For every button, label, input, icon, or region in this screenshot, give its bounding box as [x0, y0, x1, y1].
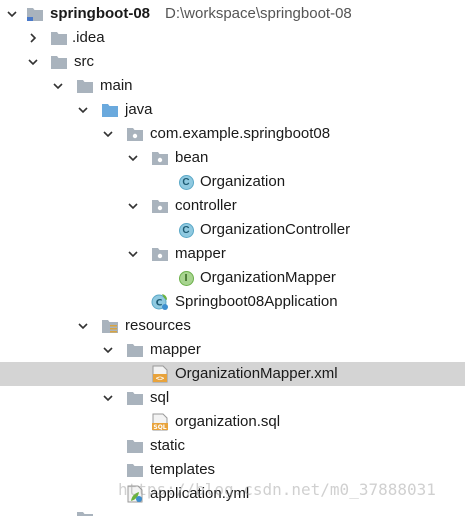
project-name: springboot-08	[50, 5, 150, 22]
tree-row-organization-controller[interactable]: C OrganizationController	[0, 218, 465, 242]
chevron-down-icon[interactable]	[25, 50, 41, 74]
tree-row-bean[interactable]: bean	[0, 146, 465, 170]
tree-label-organization: Organization	[200, 173, 286, 190]
tree-label-templates: templates	[150, 461, 216, 478]
tree-row-static[interactable]: static	[0, 434, 465, 458]
interface-icon: I	[177, 269, 195, 287]
folder-icon	[76, 509, 94, 516]
tree-row-partial	[0, 506, 465, 516]
source-root-folder-icon	[101, 101, 119, 119]
xml-file-icon: <>	[151, 365, 169, 383]
tree-label-organization-mapper: OrganizationMapper	[200, 269, 336, 286]
tree-row-organization-sql[interactable]: SQL organization.sql	[0, 410, 465, 434]
tree-row-organization-mapper-xml[interactable]: <> OrganizationMapper.xml	[0, 362, 465, 386]
spring-boot-app-icon: C	[151, 293, 169, 311]
folder-icon	[126, 461, 144, 479]
tree-row-application-class[interactable]: C Springboot08Application	[0, 290, 465, 314]
tree-label-static: static	[150, 437, 186, 454]
chevron-down-icon[interactable]	[100, 338, 116, 362]
tree-row-mapper-package[interactable]: mapper	[0, 242, 465, 266]
tree-row-application-yml[interactable]: application.yml	[0, 482, 465, 506]
tree-row-organization[interactable]: C Organization	[0, 170, 465, 194]
tree-row-templates[interactable]: templates	[0, 458, 465, 482]
svg-text:SQL: SQL	[153, 424, 166, 431]
resources-root-folder-icon	[101, 317, 119, 335]
class-icon: C	[177, 221, 195, 239]
package-icon	[151, 197, 169, 215]
chevron-down-icon[interactable]	[125, 242, 141, 266]
chevron-down-icon[interactable]	[75, 98, 91, 122]
folder-icon	[126, 389, 144, 407]
tree-label-controller: controller	[175, 197, 237, 214]
tree-label-idea: .idea	[72, 26, 105, 50]
tree-row-sql-directory[interactable]: sql	[0, 386, 465, 410]
chevron-down-icon[interactable]	[4, 2, 20, 26]
tree-label-mapper-directory: mapper	[150, 341, 201, 358]
package-icon	[151, 245, 169, 263]
package-icon	[151, 149, 169, 167]
tree-label-main: main	[100, 77, 133, 94]
tree-label-src: src	[74, 53, 94, 70]
tree-label-organization-controller: OrganizationController	[200, 221, 351, 238]
tree-label-bean: bean	[175, 149, 209, 166]
folder-icon	[126, 437, 144, 455]
package-icon	[126, 125, 144, 143]
tree-row-project-root[interactable]: springboot-08 D:\workspace\springboot-08	[0, 2, 465, 26]
folder-icon	[50, 53, 68, 71]
chevron-down-icon[interactable]	[100, 122, 116, 146]
tree-row-mapper-directory[interactable]: mapper	[0, 338, 465, 362]
tree-label-resources: resources	[125, 317, 191, 334]
chevron-right-icon[interactable]	[25, 26, 41, 50]
tree-label-java: java	[125, 101, 153, 118]
tree-label-mapper-package: mapper	[175, 245, 226, 262]
project-tree: springboot-08 D:\workspace\springboot-08…	[0, 0, 465, 516]
yml-file-icon	[126, 485, 144, 503]
tree-label-application-yml: application.yml	[150, 485, 250, 502]
tree-label-application-class: Springboot08Application	[175, 293, 338, 310]
tree-label-sql-directory: sql	[150, 389, 170, 406]
folder-icon	[76, 77, 94, 95]
chevron-down-icon[interactable]	[75, 314, 91, 338]
tree-label-organization-mapper-xml: OrganizationMapper.xml	[175, 365, 338, 382]
project-folder-icon	[26, 5, 44, 23]
tree-row-java[interactable]: java	[0, 98, 465, 122]
tree-label-organization-sql: organization.sql	[175, 413, 281, 430]
tree-row-src[interactable]: src	[0, 50, 465, 74]
folder-icon	[126, 341, 144, 359]
svg-text:<>: <>	[156, 375, 164, 383]
chevron-down-icon[interactable]	[50, 74, 66, 98]
tree-row-organization-mapper[interactable]: I OrganizationMapper	[0, 266, 465, 290]
chevron-down-icon[interactable]	[125, 194, 141, 218]
tree-row-controller[interactable]: controller	[0, 194, 465, 218]
folder-icon	[50, 29, 68, 47]
tree-label-package: com.example.springboot08	[150, 125, 331, 142]
idea-name: idea	[76, 29, 105, 46]
tree-row-idea[interactable]: .idea	[0, 26, 465, 50]
tree-row-main[interactable]: main	[0, 74, 465, 98]
project-path: D:\workspace\springboot-08	[165, 5, 352, 22]
class-icon: C	[177, 173, 195, 191]
chevron-down-icon[interactable]	[100, 386, 116, 410]
chevron-down-icon[interactable]	[125, 146, 141, 170]
tree-row-resources[interactable]: resources	[0, 314, 465, 338]
sql-file-icon: SQL	[151, 413, 169, 431]
svg-text:C: C	[156, 299, 163, 309]
tree-row-package[interactable]: com.example.springboot08	[0, 122, 465, 146]
